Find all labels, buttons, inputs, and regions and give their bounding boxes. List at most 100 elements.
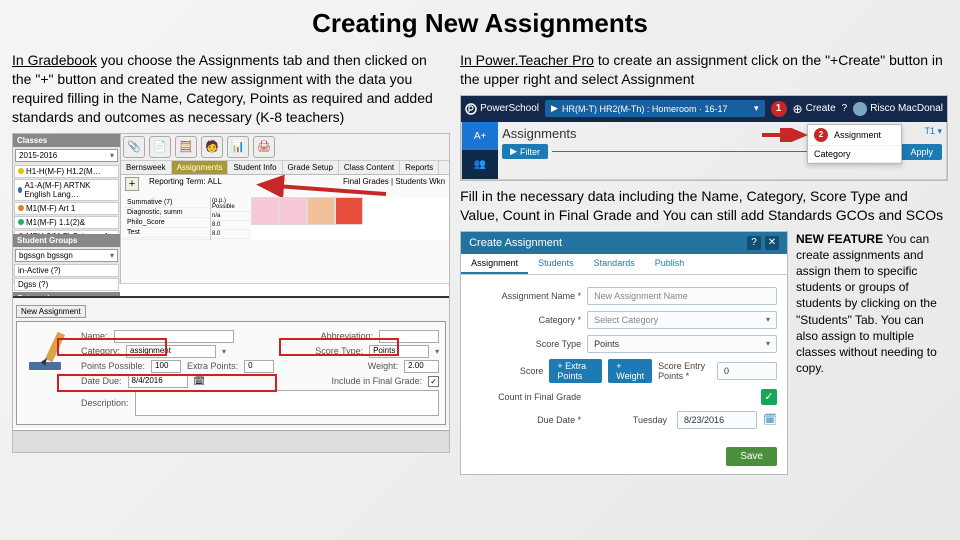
panel-title: Create Assignment bbox=[469, 237, 562, 249]
assign-cat: Philo_Score bbox=[124, 218, 207, 228]
tool-icon[interactable]: 🖨 bbox=[253, 136, 275, 158]
new-feature-note: NEW FEATURE You can create assignments a… bbox=[796, 231, 948, 475]
assign-cat: Diagnostic, summ bbox=[124, 208, 207, 218]
gb-tab[interactable]: Student Info bbox=[228, 161, 282, 174]
left-paragraph: In Gradebook you choose the Assignments … bbox=[12, 51, 450, 127]
label-desc: Description: bbox=[81, 398, 129, 408]
input-points[interactable]: 100 bbox=[151, 360, 181, 373]
reporting-term: Reporting Term: ALL bbox=[149, 177, 222, 191]
label-scoretype: Score Type bbox=[471, 339, 581, 349]
tool-icon[interactable]: 📎 bbox=[123, 136, 145, 158]
nav-grading[interactable]: A+ bbox=[462, 122, 498, 151]
points-cell: 8.0 bbox=[211, 230, 251, 239]
cell-head bbox=[307, 197, 335, 225]
class-row[interactable]: M1(M-F) Art 1 bbox=[14, 202, 119, 215]
select-category[interactable]: Select Category▾ bbox=[587, 311, 777, 329]
gb-tab[interactable]: Reports bbox=[400, 161, 439, 174]
status-bar bbox=[13, 430, 449, 452]
label-name: Assignment Name * bbox=[471, 291, 581, 301]
cell-head bbox=[251, 197, 279, 225]
term-selector[interactable]: T1 ▾ bbox=[924, 126, 942, 141]
count-toggle[interactable]: ✓ bbox=[761, 389, 777, 405]
select-scoretype[interactable]: Points▾ bbox=[587, 335, 777, 353]
active-drop[interactable]: Dgss (?) bbox=[14, 278, 119, 291]
gradebook-screenshot: Classes 2015-2016▾ H1-H(M-F) H1.2(M…A1-A… bbox=[12, 133, 450, 453]
due-day: Tuesday bbox=[633, 415, 667, 425]
include-checkbox[interactable]: ✓ bbox=[428, 376, 439, 387]
menu-category[interactable]: Category bbox=[808, 146, 901, 163]
label-due: Due Date * bbox=[471, 415, 581, 425]
assign-cat: Test bbox=[124, 228, 207, 238]
user-avatar[interactable]: Risco MacDonal bbox=[853, 102, 943, 116]
tool-icon[interactable]: 🧮 bbox=[175, 136, 197, 158]
class-row[interactable]: MEH-2(M-F) Science 4 bbox=[14, 230, 119, 234]
active-row[interactable]: in-Active (?) bbox=[14, 264, 119, 277]
classes-header: Classes bbox=[13, 134, 120, 147]
points-col-header: (p.p.) Possible bbox=[211, 197, 251, 212]
marker-1: 1 bbox=[771, 101, 787, 117]
label-weight: Weight: bbox=[368, 361, 398, 371]
close-icon[interactable]: ✕ bbox=[765, 236, 779, 250]
highlight-box bbox=[57, 338, 167, 356]
create-assignment-panel: Create Assignment ?✕ AssignmentStudentsS… bbox=[460, 231, 788, 475]
weight-btn[interactable]: + Weight bbox=[608, 359, 652, 383]
filter-button[interactable]: ▶Filter bbox=[502, 144, 548, 159]
input-entry[interactable]: 0 bbox=[717, 362, 777, 380]
class-selector[interactable]: ▶HR(M-T) HR2(M-Th) : Homeroom · 16-17▾ bbox=[545, 100, 765, 117]
gb-tab[interactable]: Class Content bbox=[339, 161, 400, 174]
input-weight[interactable]: 2.00 bbox=[404, 360, 439, 373]
extra-points-btn[interactable]: + Extra Points bbox=[549, 359, 602, 383]
label-category: Category * bbox=[471, 315, 581, 325]
ca-tab-assignment[interactable]: Assignment bbox=[461, 254, 528, 274]
menu-assignment[interactable]: 2Assignment bbox=[808, 125, 901, 146]
class-row[interactable]: H1-H(M-F) H1.2(M… bbox=[14, 165, 119, 178]
slide-title: Creating New Assignments bbox=[12, 8, 948, 39]
student-groups-header: Student Groups bbox=[13, 234, 120, 247]
cell-head bbox=[279, 197, 307, 225]
label-points: Points Possible: bbox=[81, 361, 145, 371]
ca-tab-students[interactable]: Students bbox=[528, 254, 584, 274]
label-count: Count in Final Grade bbox=[471, 392, 581, 402]
input-due[interactable]: 8/23/2016 bbox=[677, 411, 757, 429]
ca-tab-standards[interactable]: Standards bbox=[584, 254, 645, 274]
input-extra[interactable]: 0 bbox=[244, 360, 274, 373]
label-include: Include in Final Grade: bbox=[332, 376, 423, 386]
apply-button[interactable]: Apply bbox=[901, 144, 942, 160]
gb-tab[interactable]: Assignments bbox=[172, 161, 229, 174]
save-button[interactable]: Save bbox=[726, 447, 777, 466]
gb-tab[interactable]: Grade Setup bbox=[283, 161, 339, 174]
input-name[interactable]: New Assignment Name bbox=[587, 287, 777, 305]
label-entry: Score Entry Points * bbox=[658, 361, 711, 381]
highlight-box bbox=[57, 374, 277, 392]
tool-icon[interactable]: 📊 bbox=[227, 136, 249, 158]
help-icon[interactable]: ? bbox=[747, 236, 761, 250]
assign-cat: Summative (7) bbox=[124, 198, 207, 208]
tool-icon[interactable]: 📄 bbox=[149, 136, 171, 158]
powerschool-logo: PowerSchool bbox=[465, 103, 539, 115]
powerteacher-bar-screenshot: PowerSchool ▶HR(M-T) HR2(M-Th) : Homeroo… bbox=[460, 95, 948, 181]
mid-paragraph: Fill in the necessary data including the… bbox=[460, 187, 948, 225]
class-row[interactable]: M1(M-F) 1.1(2)& bbox=[14, 216, 119, 229]
cell-head bbox=[335, 197, 363, 225]
ca-tab-publish[interactable]: Publish bbox=[645, 254, 695, 274]
arrow-icon bbox=[760, 128, 810, 142]
page-title: Assignments bbox=[502, 126, 576, 141]
gb-tab[interactable]: Bernsweek bbox=[121, 161, 172, 174]
label-score-sub: Score bbox=[471, 366, 543, 376]
class-row[interactable]: A1-A(M-F) ARTNK English Lang… bbox=[14, 179, 119, 201]
year-dropdown[interactable]: 2015-2016▾ bbox=[15, 149, 118, 162]
input-desc[interactable] bbox=[135, 390, 440, 416]
calendar-icon[interactable]: 🗓 bbox=[763, 413, 777, 426]
right-paragraph: In Power.Teacher Pro to create an assign… bbox=[460, 51, 948, 89]
new-assignment-label: New Assignment bbox=[16, 305, 86, 318]
label-extra: Extra Points: bbox=[187, 361, 238, 371]
plus-button[interactable]: + bbox=[125, 177, 139, 191]
points-cell: 8.0 bbox=[211, 221, 251, 230]
points-cell: n/a bbox=[211, 212, 251, 221]
nav-students[interactable]: 👥 bbox=[462, 150, 498, 179]
help-icon[interactable]: ? bbox=[842, 103, 848, 114]
create-button[interactable]: ⊕Create bbox=[793, 102, 836, 116]
tool-icon[interactable]: 🧑 bbox=[201, 136, 223, 158]
group-dropdown[interactable]: bgssgn bgssgn▾ bbox=[15, 249, 118, 262]
highlight-box bbox=[279, 338, 399, 356]
